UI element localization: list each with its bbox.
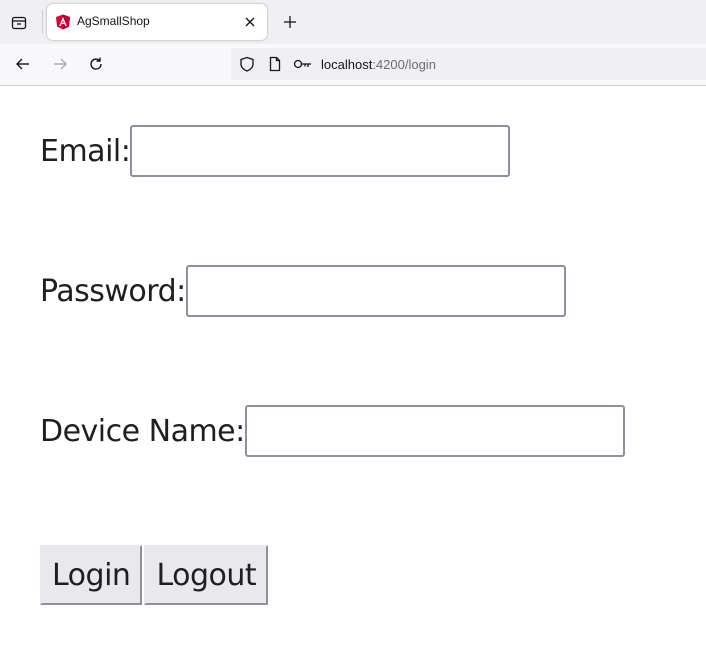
reload-icon[interactable] [86,54,106,74]
page-icon[interactable] [267,56,283,72]
url-host: localhost [321,57,373,72]
email-row: Email: [40,125,511,177]
password-row: Password: [40,265,566,317]
email-field[interactable] [130,125,511,177]
url-bar[interactable]: localhost:4200/login [231,48,706,80]
action-buttons: Login Logout [40,545,269,605]
password-field[interactable] [185,265,566,317]
tab-list-icon[interactable] [8,12,30,34]
close-icon[interactable] [241,13,259,31]
arrow-left-icon[interactable] [13,54,33,74]
shield-icon[interactable] [239,56,255,72]
tab-divider [42,10,43,34]
login-page: Email: Password: Device Name: Login Logo… [0,86,706,659]
nav-bar: localhost:4200/login [0,44,706,85]
url-path: :4200/login [372,57,436,72]
browser-chrome: AgSmallShop localhost:4200/login [0,0,706,86]
email-label: Email: [40,133,131,169]
password-label: Password: [40,273,186,309]
login-button[interactable]: Login [40,545,143,605]
logout-button[interactable]: Logout [144,545,269,605]
angular-logo-icon [55,14,71,30]
device-name-field[interactable] [244,405,625,457]
key-icon[interactable] [293,56,313,72]
tab-title: AgSmallShop [77,14,150,28]
url-text[interactable]: localhost:4200/login [321,57,436,72]
tab-agsmallshop[interactable]: AgSmallShop [47,4,267,40]
arrow-right-icon[interactable] [50,54,70,74]
tab-strip: AgSmallShop [0,0,706,44]
plus-icon[interactable] [280,12,300,32]
device-name-row: Device Name: [40,405,625,457]
device-name-label: Device Name: [40,413,245,449]
